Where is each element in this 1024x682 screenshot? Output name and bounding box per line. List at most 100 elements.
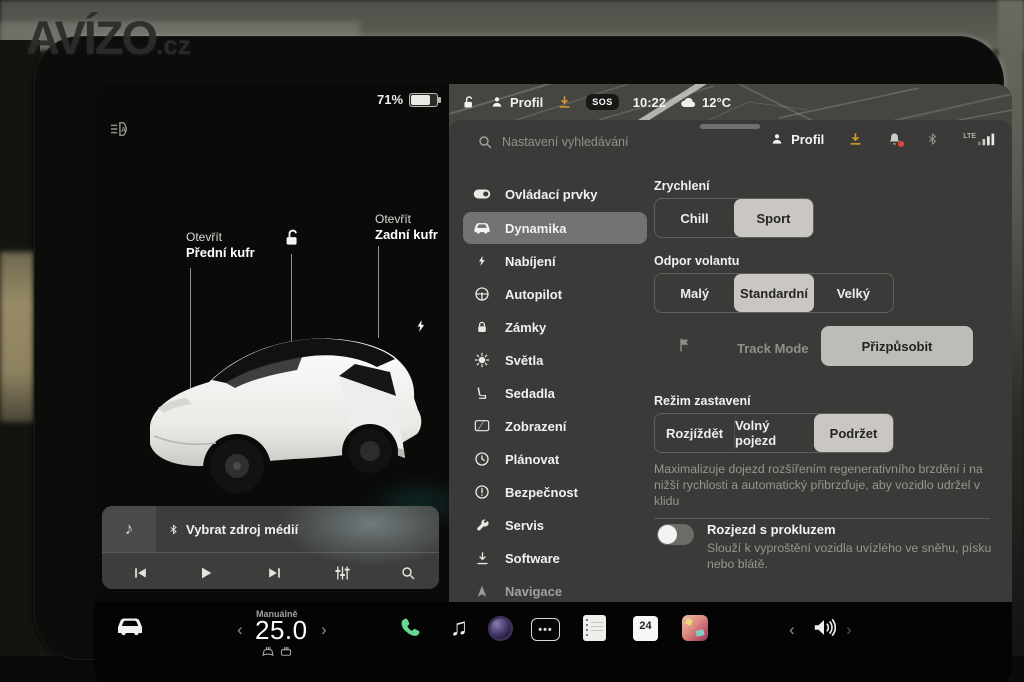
sos-badge[interactable]: SOS bbox=[586, 94, 619, 110]
sidebar-item-display[interactable]: Zobrazení bbox=[463, 410, 647, 442]
toggle-icon bbox=[473, 188, 491, 200]
temp-up-chevron[interactable]: › bbox=[321, 620, 327, 640]
temperature-number: 25.0 bbox=[255, 615, 308, 645]
software-download-icon[interactable] bbox=[848, 132, 863, 147]
camera-app-icon[interactable] bbox=[488, 616, 513, 641]
bolt-icon bbox=[473, 253, 491, 269]
volume-button[interactable] bbox=[812, 617, 836, 638]
watermark-brand: AVÍZO bbox=[26, 11, 158, 64]
volume-up-chevron[interactable]: › bbox=[846, 620, 852, 640]
sun-icon bbox=[473, 352, 491, 368]
equalizer-button[interactable] bbox=[334, 565, 351, 581]
rear-trunk-label: Zadní kufr bbox=[375, 227, 438, 242]
update-download-icon[interactable] bbox=[557, 95, 572, 110]
temp-down-chevron[interactable]: ‹ bbox=[237, 620, 243, 640]
sidebar-item-charging[interactable]: Nabíjení bbox=[463, 245, 647, 277]
acceleration-section-label: Zrychlení bbox=[654, 179, 710, 193]
defrost-buttons[interactable] bbox=[262, 646, 292, 656]
bluetooth-icon[interactable] bbox=[926, 131, 939, 147]
car-icon bbox=[473, 221, 491, 235]
driver-profile-button[interactable]: Profil bbox=[490, 95, 543, 110]
cloud-icon bbox=[681, 97, 696, 107]
seat-icon bbox=[473, 385, 491, 401]
notifications-button[interactable] bbox=[887, 131, 905, 147]
car-controls-button[interactable] bbox=[116, 616, 144, 636]
stopping-option-creep[interactable]: Rozjíždět bbox=[655, 414, 734, 452]
rear-trunk-button[interactable]: Otevřít Zadní kufr bbox=[375, 212, 438, 243]
person-icon bbox=[772, 134, 782, 144]
launcher-bar: Manuálně ‹ 25.0 › ♫ ••• 24 ‹ › bbox=[94, 602, 1012, 682]
car-panel: A 71% Otevřít Přední kufr Otevřít Zadní … bbox=[94, 84, 504, 602]
sidebar-item-software[interactable]: Software bbox=[463, 542, 647, 574]
screen-bezel: A 71% Otevřít Přední kufr Otevřít Zadní … bbox=[34, 36, 1012, 682]
notification-dot bbox=[898, 141, 905, 147]
battery-status: 71% bbox=[377, 92, 442, 107]
top-status-bar: Profil SOS 10:22 12°C bbox=[449, 90, 731, 114]
previous-track-button[interactable] bbox=[132, 565, 149, 581]
alert-icon bbox=[473, 484, 491, 500]
auto-headlight-icon[interactable]: A bbox=[108, 120, 130, 138]
steering-option-standard[interactable]: Standardní bbox=[734, 274, 814, 312]
sidebar-item-autopilot[interactable]: Autopilot bbox=[463, 278, 647, 310]
calendar-app-icon[interactable]: 24 bbox=[633, 616, 658, 641]
front-trunk-label: Přední kufr bbox=[186, 245, 255, 260]
profile-menu-button[interactable]: Profil bbox=[770, 132, 824, 147]
sidebar-item-safety[interactable]: Bezpečnost bbox=[463, 476, 647, 508]
battery-icon bbox=[409, 92, 442, 107]
acceleration-option-chill[interactable]: Chill bbox=[655, 199, 734, 237]
volume-down-chevron[interactable]: ‹ bbox=[789, 620, 795, 640]
track-mode-flag-icon bbox=[677, 336, 693, 354]
download-icon bbox=[473, 551, 491, 566]
wrench-icon bbox=[473, 518, 491, 533]
play-button[interactable] bbox=[198, 565, 214, 581]
svg-text:A: A bbox=[121, 125, 126, 134]
media-search-button[interactable] bbox=[400, 565, 416, 581]
music-app-icon[interactable]: ♫ bbox=[450, 614, 468, 642]
settings-search-bar[interactable]: Nastavení vyhledávání Profil LTE bbox=[449, 126, 1012, 160]
sidebar-item-seats[interactable]: Sedadla bbox=[463, 377, 647, 409]
unlocked-icon[interactable] bbox=[461, 95, 476, 110]
notes-app-icon[interactable] bbox=[583, 615, 606, 641]
media-source-button[interactable]: Vybrat zdroj médií bbox=[168, 506, 298, 552]
phone-app-icon[interactable] bbox=[398, 616, 421, 639]
profile-menu-label: Profil bbox=[791, 131, 825, 147]
steering-section-label: Odpor volantu bbox=[654, 254, 740, 268]
sidebar-item-scheduling[interactable]: Plánovat bbox=[463, 443, 647, 475]
sidebar-item-service[interactable]: Servis bbox=[463, 509, 647, 541]
sidebar-item-lights[interactable]: Světla bbox=[463, 344, 647, 376]
theater-app-icon[interactable] bbox=[682, 615, 708, 641]
sidebar-item-dynamics[interactable]: Dynamika bbox=[463, 212, 647, 244]
front-trunk-action: Otevřít bbox=[186, 230, 223, 244]
slip-start-toggle[interactable] bbox=[657, 524, 694, 545]
music-note-icon: ♪ bbox=[124, 519, 134, 538]
steering-option-light[interactable]: Malý bbox=[655, 274, 734, 312]
wood-trim bbox=[0, 252, 36, 422]
sidebar-label: Světla bbox=[505, 352, 544, 368]
temperature-value[interactable]: 25.0 bbox=[255, 615, 308, 646]
display-icon bbox=[473, 419, 491, 433]
sidebar-label: Zobrazení bbox=[505, 418, 567, 434]
navigation-icon bbox=[473, 584, 491, 599]
sidebar-label: Autopilot bbox=[505, 286, 563, 302]
watermark-suffix: .cz bbox=[156, 30, 191, 60]
next-track-button[interactable] bbox=[266, 565, 283, 581]
slip-start-label: Rozjezd s prokluzem bbox=[707, 522, 836, 537]
app-drawer-button[interactable]: ••• bbox=[531, 618, 560, 641]
stopping-option-roll[interactable]: Volný pojezd bbox=[734, 414, 814, 452]
track-mode-label: Track Mode bbox=[737, 341, 809, 356]
track-mode-customize-button[interactable]: Přizpůsobit bbox=[821, 326, 973, 366]
unlock-icon[interactable] bbox=[282, 228, 302, 248]
sidebar-item-controls[interactable]: Ovládací prvky bbox=[463, 178, 647, 210]
stopping-option-hold[interactable]: Podržet bbox=[814, 414, 893, 452]
front-trunk-button[interactable]: Otevřít Přední kufr bbox=[186, 230, 255, 261]
sidebar-label: Navigace bbox=[505, 583, 563, 599]
sidebar-item-locks[interactable]: Zámky bbox=[463, 311, 647, 343]
media-player-card: ♪ Vybrat zdroj médií bbox=[102, 506, 439, 589]
steering-option-heavy[interactable]: Velký bbox=[814, 274, 893, 312]
lock-icon bbox=[473, 319, 491, 335]
stopping-mode-section-label: Režim zastavení bbox=[654, 394, 751, 408]
avizo-watermark: AVÍZO.cz bbox=[26, 10, 191, 65]
acceleration-option-sport[interactable]: Sport bbox=[734, 199, 813, 237]
toggle-knob bbox=[658, 525, 677, 544]
person-icon bbox=[492, 97, 502, 107]
